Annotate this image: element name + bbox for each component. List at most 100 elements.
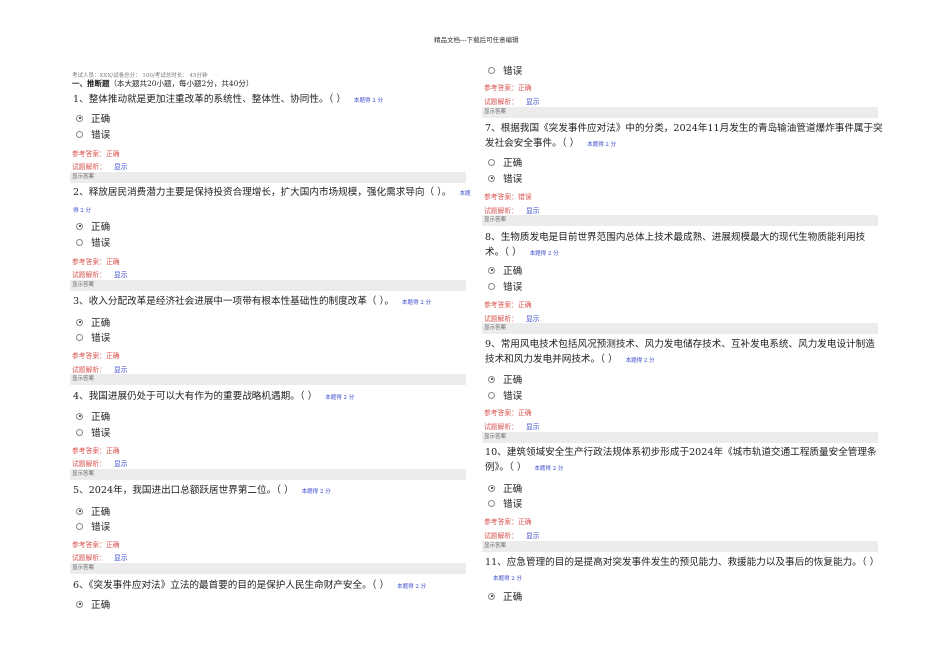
show-answer-bar[interactable]: 显示答案 [70,469,466,480]
option-label: 错误 [91,130,111,141]
show-analysis-link[interactable]: 显示 [526,532,540,540]
show-analysis-link[interactable]: 显示 [114,163,128,171]
option-true[interactable]: 正确 [76,315,110,329]
question-stem: 7、根据我国《突发事件应对法》中的分类，2024年11月发生的青岛输油管道爆炸事… [485,123,883,149]
radio-button[interactable] [76,318,83,326]
radio-button[interactable] [488,282,495,290]
radio-button[interactable] [76,333,83,341]
radio-button[interactable] [76,114,83,122]
option-false[interactable]: 错误 [76,127,110,141]
option-false[interactable]: 错误 [488,388,522,402]
show-analysis-link[interactable]: 显示 [526,207,540,215]
radio-button[interactable] [488,375,495,383]
show-analysis-link[interactable]: 显示 [114,271,128,279]
answer-text: 参考答案：正确 [72,541,120,549]
option-true[interactable]: 正确 [76,409,110,423]
section-desc: （本大题共20小题，每小题2分，共40分） [109,79,254,88]
option-false[interactable]: 错误 [76,330,110,344]
analysis-label: 试题解析： [72,271,106,279]
option-label: 正确 [91,222,111,233]
option-label: 正确 [91,507,111,518]
option-false[interactable]: 错误 [488,496,522,510]
reference-answer: 参考答案：正确 [484,516,532,526]
show-analysis-link[interactable]: 显示 [526,423,540,431]
question-text: 10、建筑领域安全生产行政法规体系初步形成于2024年《城市轨道交通工程质量安全… [485,445,883,477]
analysis-row: 试题解析： 显示 [72,269,128,279]
show-analysis-link[interactable]: 显示 [526,315,540,323]
show-analysis-link[interactable]: 显示 [526,98,540,106]
page-header-watermark: 精品文档---下载后可任意编辑 [434,36,519,44]
question-stem: 9、常用风电技术包括风况预测技术、风力发电储存技术、互补发电系统、风力发电设计制… [485,339,875,365]
question-text: 2、释放居民消费潜力主要是保持投资合理增长，扩大国内市场规模，强化需求导向（ ）… [73,185,471,219]
radio-button[interactable] [76,522,83,530]
show-analysis-link[interactable]: 显示 [114,460,128,468]
show-analysis-link[interactable]: 显示 [114,366,128,374]
show-answer-bar[interactable]: 显示答案 [70,280,466,291]
option-false[interactable]: 错误 [488,279,522,293]
analysis-label: 试题解析： [72,460,106,468]
show-answer-bar[interactable]: 显示答案 [482,432,878,443]
radio-button[interactable] [488,174,495,182]
radio-button[interactable] [488,158,495,166]
show-answer-bar[interactable]: 显示答案 [482,541,878,552]
analysis-label: 试题解析： [484,207,518,215]
option-label: 错误 [503,66,523,77]
radio-button[interactable] [488,499,495,507]
radio-button[interactable] [488,592,495,600]
option-true[interactable]: 正确 [76,111,110,125]
option-true[interactable]: 正确 [488,263,522,277]
reference-answer: 参考答案：正确 [72,445,120,455]
analysis-row: 试题解析： 显示 [484,530,540,540]
reference-answer: 参考答案：正确 [72,539,120,549]
question-text: 9、常用风电技术包括风况预测技术、风力发电储存技术、互补发电系统、风力发电设计制… [485,337,883,369]
option-false[interactable]: 错误 [488,63,522,77]
radio-button[interactable] [76,412,83,420]
option-label: 正确 [503,375,523,386]
question-stem: 5、2024年，我国进出口总额跃居世界第二位。（ ） [73,485,294,496]
option-label: 正确 [91,600,111,611]
option-true[interactable]: 正确 [76,219,110,233]
radio-button[interactable] [488,66,495,74]
radio-button[interactable] [76,428,83,436]
option-true[interactable]: 正确 [488,481,522,495]
radio-button[interactable] [76,507,83,515]
radio-button[interactable] [488,391,495,399]
analysis-label: 试题解析： [484,98,518,106]
answer-text: 参考答案：错误 [484,193,532,201]
question-stem: 2、释放居民消费潜力主要是保持投资合理增长，扩大国内市场规模，强化需求导向（ ）… [73,187,452,198]
analysis-row: 试题解析： 显示 [484,96,540,106]
analysis-label: 试题解析： [484,315,518,323]
radio-button[interactable] [76,222,83,230]
radio-button[interactable] [488,484,495,492]
question-score: 本题得 2 分 [301,489,331,495]
show-answer-bar[interactable]: 显示答案 [482,323,878,334]
option-true[interactable]: 正确 [488,155,522,169]
reference-answer: 参考答案：错误 [484,191,532,201]
show-answer-bar[interactable]: 显示答案 [482,215,878,226]
option-false[interactable]: 错误 [488,171,522,185]
reference-answer: 参考答案：正确 [484,299,532,309]
radio-button[interactable] [76,130,83,138]
option-true[interactable]: 正确 [488,589,522,603]
option-false[interactable]: 错误 [76,235,110,249]
radio-button[interactable] [488,266,495,274]
show-answer-bar[interactable]: 显示答案 [70,563,466,574]
answer-text: 参考答案：正确 [484,301,532,309]
answer-text: 参考答案：正确 [72,352,120,360]
show-answer-bar[interactable]: 显示答案 [70,374,466,385]
analysis-row: 试题解析： 显示 [72,364,128,374]
question-text: 11、应急管理的目的是提高对突发事件发生的预见能力、救援能力以及事后的恢复能力。… [485,555,883,587]
analysis-row: 试题解析： 显示 [484,313,540,323]
show-answer-bar[interactable]: 显示答案 [70,172,466,183]
show-answer-bar[interactable]: 显示答案 [482,107,878,118]
option-true[interactable]: 正确 [76,597,110,611]
question-score: 本题得 2 分 [325,395,355,401]
radio-button[interactable] [76,238,83,246]
show-analysis-link[interactable]: 显示 [114,554,128,562]
radio-button[interactable] [76,600,83,608]
option-label: 正确 [503,266,523,277]
option-false[interactable]: 错误 [76,425,110,439]
option-false[interactable]: 错误 [76,519,110,533]
option-true[interactable]: 正确 [76,504,110,518]
option-true[interactable]: 正确 [488,372,522,386]
